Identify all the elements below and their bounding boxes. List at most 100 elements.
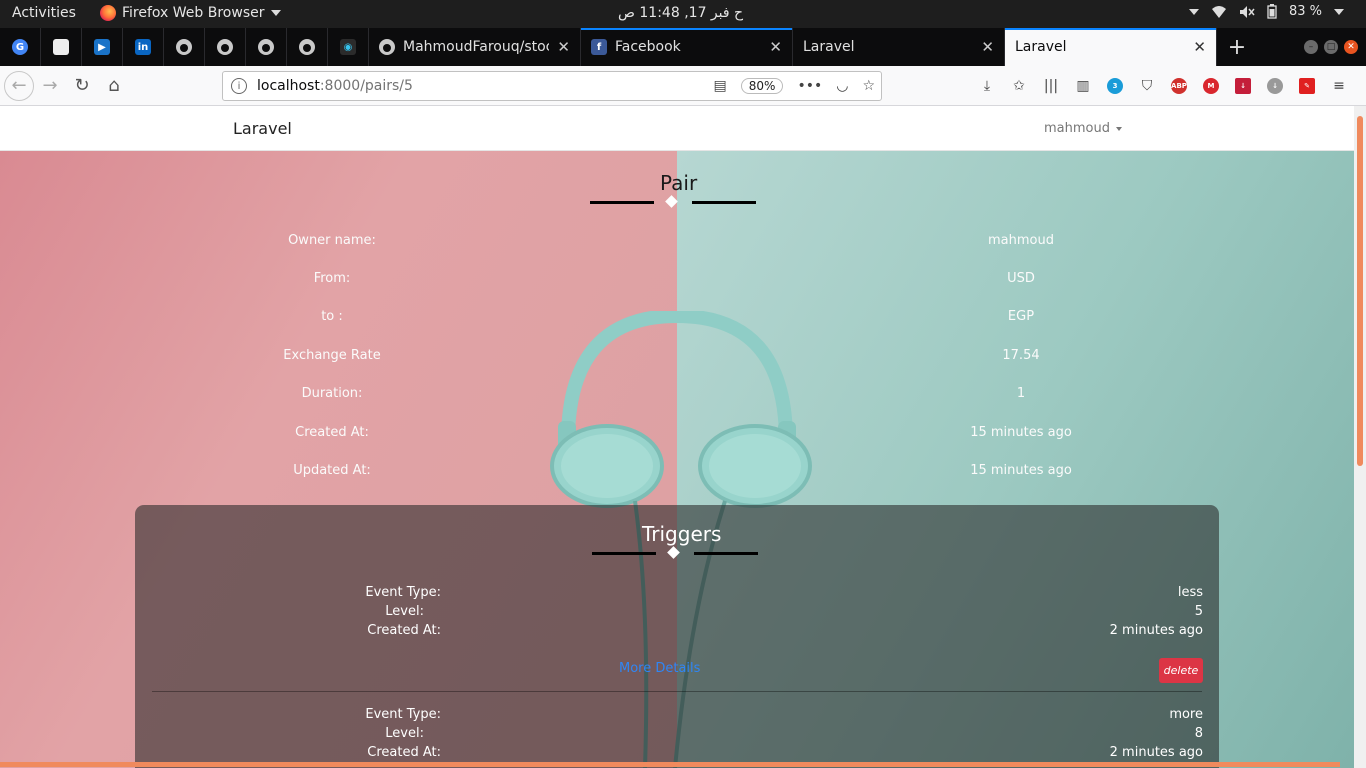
- github-icon: [258, 39, 274, 55]
- owner-name-label: Owner name:: [288, 233, 376, 248]
- pinned-tab-github-3[interactable]: [246, 28, 287, 66]
- library-icon[interactable]: |||: [1039, 74, 1063, 98]
- exchange-rate-label: Exchange Rate: [283, 348, 381, 363]
- app-brand[interactable]: Laravel: [233, 119, 292, 138]
- pair-title: Pair: [660, 171, 698, 195]
- horizontal-scrollbar[interactable]: [0, 762, 1340, 767]
- minimize-icon[interactable]: –: [1304, 40, 1318, 54]
- tab-label: Laravel: [803, 39, 855, 55]
- bookmarks-star-icon[interactable]: ✩: [1007, 74, 1031, 98]
- pocket-icon[interactable]: ◡: [836, 78, 848, 94]
- bookmark-star-icon[interactable]: ☆: [862, 78, 875, 94]
- color-picker-icon[interactable]: ✎: [1295, 74, 1319, 98]
- forward-button[interactable]: →: [34, 70, 66, 102]
- tab-strip: G ▶ in ◉ MahmoudFarouq/stock ✕ f Faceboo…: [0, 28, 1366, 66]
- document-icon: [53, 39, 69, 55]
- site-info-icon[interactable]: i: [231, 78, 247, 94]
- user-dropdown[interactable]: mahmoud: [1044, 121, 1122, 136]
- tab-facebook[interactable]: f Facebook ✕: [581, 28, 793, 66]
- duration-value: 1: [1016, 386, 1026, 401]
- tab-github-repo[interactable]: MahmoudFarouq/stock ✕: [369, 28, 581, 66]
- url-bar[interactable]: i localhost:8000/pairs/5 ▤ 80% ••• ◡ ☆: [222, 71, 882, 101]
- pinned-tab-devtool[interactable]: ◉: [328, 28, 369, 66]
- system-tray[interactable]: 83 %: [1188, 4, 1344, 19]
- app-menu[interactable]: Firefox Web Browser: [100, 5, 281, 21]
- tray-chevron-icon[interactable]: [1188, 8, 1199, 15]
- delete-button[interactable]: delete: [1159, 658, 1203, 683]
- url-path: :8000/pairs/5: [319, 78, 413, 94]
- navigation-toolbar: ← → ↻ ⌂ i localhost:8000/pairs/5 ▤ 80% •…: [0, 66, 1366, 106]
- trigger-created-value: 2 minutes ago: [1109, 623, 1203, 638]
- to-label: to :: [321, 309, 343, 324]
- event-type-value: more: [1169, 707, 1203, 722]
- pinned-tab-media[interactable]: ▶: [82, 28, 123, 66]
- app-navbar: Laravel mahmoud: [0, 106, 1354, 151]
- window-close-icon[interactable]: ✕: [1344, 40, 1358, 54]
- page-actions-icon[interactable]: •••: [797, 78, 822, 94]
- downloader-icon[interactable]: ↓: [1231, 74, 1255, 98]
- created-at-value: 15 minutes ago: [970, 425, 1072, 440]
- triggers-panel: Triggers Event Type: less Level: 5 Creat…: [135, 505, 1219, 768]
- trigger-created-label: Created At:: [367, 745, 441, 760]
- home-button[interactable]: ⌂: [98, 70, 130, 102]
- github-icon: [379, 39, 395, 55]
- zoom-indicator[interactable]: 80%: [740, 78, 784, 94]
- reader-view-icon[interactable]: ▤: [714, 78, 727, 94]
- sidebar-icon[interactable]: ▥: [1071, 74, 1095, 98]
- updated-at-value: 15 minutes ago: [970, 463, 1072, 478]
- split-background: Pair Owner name: mahmoud From: USD to : …: [0, 151, 1354, 768]
- mega-icon[interactable]: M: [1199, 74, 1223, 98]
- pinned-tab-google[interactable]: G: [0, 28, 41, 66]
- url-host: localhost: [257, 78, 320, 94]
- tab-laravel-1[interactable]: Laravel ✕: [793, 28, 1005, 66]
- linkedin-icon: in: [135, 39, 151, 55]
- back-button[interactable]: ←: [4, 70, 34, 101]
- triggers-title-divider: [592, 546, 758, 559]
- download-icon[interactable]: ⤓: [975, 74, 999, 98]
- eye-icon: ◉: [340, 39, 356, 55]
- from-value: USD: [1007, 271, 1035, 286]
- level-value: 8: [1194, 726, 1203, 741]
- close-icon[interactable]: ✕: [769, 38, 782, 56]
- github-icon: [217, 39, 233, 55]
- pinned-tab-github-4[interactable]: [287, 28, 328, 66]
- reload-button[interactable]: ↻: [66, 70, 98, 102]
- volume-muted-icon: [1239, 5, 1255, 18]
- battery-percent: 83 %: [1288, 4, 1322, 19]
- download-helper-icon[interactable]: ↓: [1263, 74, 1287, 98]
- user-name: mahmoud: [1044, 121, 1110, 136]
- pinned-tab-docs[interactable]: [41, 28, 82, 66]
- clock[interactable]: ح فبر 17, 11:48 ص: [618, 5, 743, 21]
- github-icon: [176, 39, 192, 55]
- maximize-icon[interactable]: □: [1324, 40, 1338, 54]
- event-type-label: Event Type:: [365, 585, 441, 600]
- menu-icon[interactable]: ≡: [1327, 74, 1351, 98]
- adblock-icon[interactable]: ABP: [1167, 74, 1191, 98]
- firefox-icon: [100, 5, 116, 21]
- play-icon: ▶: [94, 39, 110, 55]
- pinned-tab-linkedin[interactable]: in: [123, 28, 164, 66]
- pinned-tab-github-2[interactable]: [205, 28, 246, 66]
- power-menu-chevron-icon[interactable]: [1334, 8, 1344, 15]
- from-label: From:: [313, 271, 351, 286]
- activities-button[interactable]: Activities: [12, 5, 76, 21]
- close-icon[interactable]: ✕: [1193, 38, 1206, 56]
- page-content: Laravel mahmoud Pair Owner name: mahmoud…: [0, 106, 1354, 768]
- triggers-title: Triggers: [642, 522, 722, 546]
- privacy-shield-icon[interactable]: ⛉: [1135, 74, 1159, 98]
- more-details-link[interactable]: More Details: [619, 661, 700, 676]
- trigger-created-label: Created At:: [367, 623, 441, 638]
- vertical-scrollbar[interactable]: [1354, 106, 1366, 768]
- duration-label: Duration:: [301, 386, 363, 401]
- to-value: EGP: [1007, 309, 1035, 324]
- close-icon[interactable]: ✕: [557, 38, 570, 56]
- tab-laravel-active[interactable]: Laravel ✕: [1005, 28, 1217, 66]
- close-icon[interactable]: ✕: [981, 38, 994, 56]
- extension-badge-icon[interactable]: 3: [1103, 74, 1127, 98]
- created-at-label: Created At:: [295, 425, 369, 440]
- pinned-tab-github-1[interactable]: [164, 28, 205, 66]
- scrollbar-thumb[interactable]: [1357, 116, 1363, 466]
- new-tab-button[interactable]: +: [1217, 28, 1257, 66]
- event-type-value: less: [1177, 585, 1203, 600]
- toolbar-icons: ⤓ ✩ ||| ▥ 3 ⛉ ABP M ↓ ↓ ✎ ≡: [975, 74, 1351, 98]
